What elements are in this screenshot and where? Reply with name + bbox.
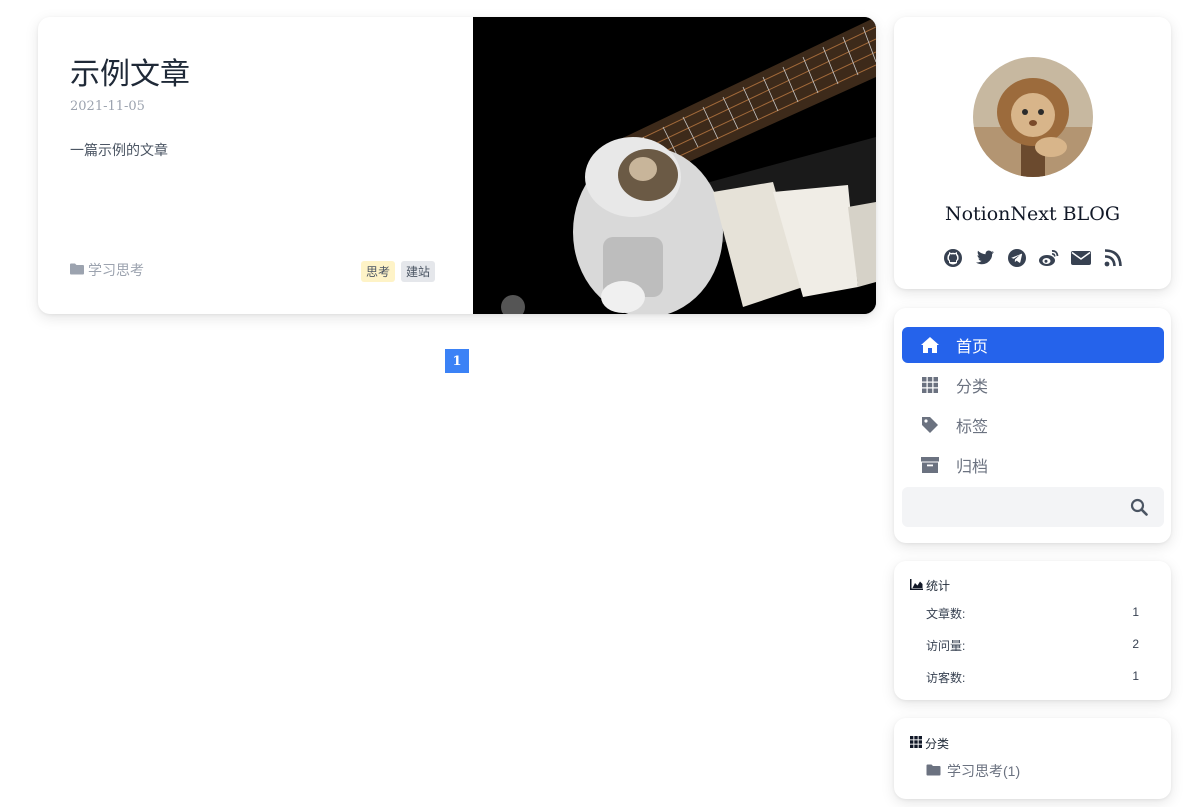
search-icon[interactable] <box>1130 498 1148 516</box>
stat-row-views: 访问量: 2 <box>926 637 1139 654</box>
post-text-area: 示例文章 2021-11-05 一篇示例的文章 学习思考 思考 建站 <box>38 17 473 314</box>
twitter-icon[interactable] <box>974 247 996 269</box>
post-summary: 一篇示例的文章 <box>70 142 168 158</box>
blog-name[interactable]: NotionNext BLOG <box>894 203 1171 225</box>
tag-icon <box>920 415 940 435</box>
post-category-label: 学习思考 <box>88 262 144 278</box>
profile-card: NotionNext BLOG <box>894 17 1171 289</box>
grid-icon <box>910 736 922 751</box>
category-card: 分类 学习思考(1) <box>894 718 1171 799</box>
menu-item-archive-label: 归档 <box>956 459 989 476</box>
stat-value: 1 <box>1132 669 1139 683</box>
post-cover-image[interactable] <box>473 17 876 314</box>
mail-icon[interactable] <box>1070 247 1092 269</box>
telegram-icon[interactable] <box>1006 247 1028 269</box>
menu-item-home-label: 首页 <box>956 339 989 356</box>
folder-icon <box>926 763 941 779</box>
post-tags: 思考 建站 <box>361 261 436 282</box>
stats-heading-label: 统计 <box>926 579 951 593</box>
stat-label: 访问量: <box>926 639 966 653</box>
stat-label: 访客数: <box>926 671 966 685</box>
menu-item-archive[interactable]: 归档 <box>902 447 1164 483</box>
tag-site-building[interactable]: 建站 <box>401 261 436 282</box>
stat-row-posts: 文章数: 1 <box>926 605 1139 622</box>
pagination-page-1[interactable]: 1 <box>445 349 469 373</box>
github-icon[interactable] <box>942 247 964 269</box>
post-title[interactable]: 示例文章 <box>70 49 190 93</box>
menu-item-categories[interactable]: 分类 <box>902 367 1164 403</box>
menu-item-tags[interactable]: 标签 <box>902 407 1164 443</box>
category-item[interactable]: 学习思考(1) <box>926 761 1020 781</box>
rss-icon[interactable] <box>1102 247 1124 269</box>
tag-thinking[interactable]: 思考 <box>361 261 396 282</box>
stat-value: 2 <box>1132 637 1139 651</box>
menu-item-home[interactable]: 首页 <box>902 327 1164 363</box>
post-category-link[interactable]: 学习思考 <box>70 260 144 280</box>
weibo-icon[interactable] <box>1038 247 1060 269</box>
post-date: 2021-11-05 <box>70 99 145 114</box>
post-card[interactable]: 示例文章 2021-11-05 一篇示例的文章 学习思考 思考 建站 <box>38 17 876 314</box>
stats-heading: 统计 <box>910 577 950 594</box>
stat-value: 1 <box>1132 605 1139 619</box>
menu-item-categories-label: 分类 <box>956 379 989 396</box>
chart-area-icon <box>910 578 923 593</box>
stat-label: 文章数: <box>926 607 966 621</box>
stats-card: 统计 文章数: 1 访问量: 2 访客数: 1 <box>894 561 1171 700</box>
grid-icon <box>920 375 940 395</box>
menu-card: 首页 分类 标签 归档 <box>894 308 1171 543</box>
category-heading: 分类 <box>910 735 949 752</box>
category-item-label: 学习思考(1) <box>947 763 1021 779</box>
search-box <box>902 487 1164 527</box>
folder-icon <box>70 262 84 278</box>
stat-row-visitors: 访客数: 1 <box>926 669 1139 686</box>
menu-item-tags-label: 标签 <box>956 419 989 436</box>
search-input[interactable] <box>902 487 1122 527</box>
category-heading-label: 分类 <box>925 737 950 751</box>
social-links <box>894 247 1171 269</box>
home-icon <box>920 335 940 355</box>
avatar[interactable] <box>973 57 1093 177</box>
archive-icon <box>920 455 940 475</box>
